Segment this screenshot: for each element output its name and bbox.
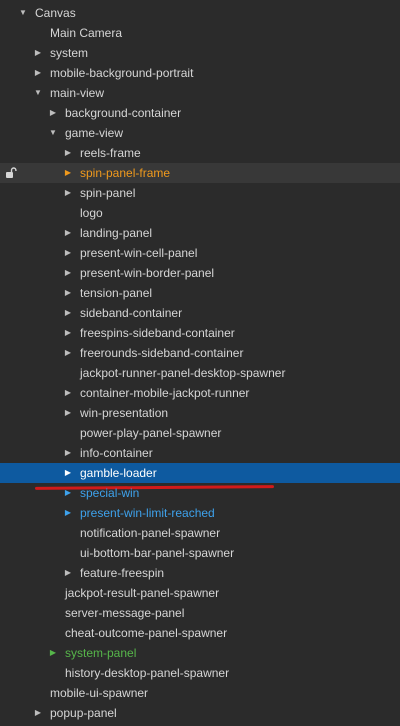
node-label: feature-freespin [80,566,165,580]
node-label: cheat-outcome-panel-spawner [65,626,228,640]
node-label: spin-panel-frame [80,166,171,180]
tree-node-canvas[interactable]: ▼ Canvas [0,3,400,23]
tree-node-spin-panel-frame[interactable]: ▶ spin-panel-frame [0,163,400,183]
tree-node-tension-panel[interactable]: ▶ tension-panel [0,283,400,303]
triangle-right-icon[interactable]: ▶ [63,243,73,263]
tree-node-server-message-panel[interactable]: server-message-panel [0,603,400,623]
node-label: main-view [50,86,105,100]
tree-node-freespins-sideband-container[interactable]: ▶ freespins-sideband-container [0,323,400,343]
triangle-right-icon[interactable]: ▶ [48,643,58,663]
tree-node-present-win-limit-reached[interactable]: ▶ present-win-limit-reached [0,503,400,523]
node-label: jackpot-result-panel-spawner [65,586,220,600]
triangle-right-icon[interactable]: ▶ [33,43,43,63]
triangle-right-icon[interactable]: ▶ [63,503,73,523]
tree-node-logo[interactable]: logo [0,203,400,223]
tree-node-spin-panel[interactable]: ▶ spin-panel [0,183,400,203]
triangle-down-icon[interactable]: ▼ [33,83,43,103]
node-label: server-message-panel [65,606,185,620]
node-label: ui-bottom-bar-panel-spawner [80,546,235,560]
tree-node-system[interactable]: ▶ system [0,43,400,63]
tree-node-mobile-background-portrait[interactable]: ▶ mobile-background-portrait [0,63,400,83]
node-label: system [50,46,89,60]
tree-node-gamble-loader[interactable]: ▶ gamble-loader [0,463,400,483]
triangle-right-icon[interactable]: ▶ [63,283,73,303]
tree-node-feature-freespin[interactable]: ▶ feature-freespin [0,563,400,583]
tree-node-mobile-ui-spawner[interactable]: mobile-ui-spawner [0,683,400,703]
node-label: notification-panel-spawner [80,526,221,540]
triangle-right-icon[interactable]: ▶ [63,223,73,243]
triangle-right-icon[interactable]: ▶ [63,303,73,323]
triangle-right-icon[interactable]: ▶ [63,443,73,463]
node-label: present-win-border-panel [80,266,215,280]
tree-node-main-view[interactable]: ▼ main-view [0,83,400,103]
tree-node-sideband-container[interactable]: ▶ sideband-container [0,303,400,323]
node-label: tension-panel [80,286,153,300]
tree-node-popup-panel[interactable]: ▶ popup-panel [0,703,400,723]
node-label: jackpot-runner-panel-desktop-spawner [80,366,286,380]
tree-node-history-desktop-panel-spawner[interactable]: history-desktop-panel-spawner [0,663,400,683]
node-label: Canvas [35,6,76,20]
node-label: reels-frame [80,146,141,160]
node-label: popup-panel [50,706,117,720]
triangle-right-icon[interactable]: ▶ [63,343,73,363]
tree-node-notification-panel-spawner[interactable]: notification-panel-spawner [0,523,400,543]
tree-node-info-container[interactable]: ▶ info-container [0,443,400,463]
node-label: game-view [65,126,124,140]
triangle-right-icon[interactable]: ▶ [63,463,73,483]
node-label: present-win-limit-reached [80,506,215,520]
tree-node-jackpot-result-panel-spawner[interactable]: jackpot-result-panel-spawner [0,583,400,603]
tree-node-container-mobile-jackpot-runner[interactable]: ▶ container-mobile-jackpot-runner [0,383,400,403]
node-label: sideband-container [80,306,183,320]
triangle-right-icon[interactable]: ▶ [63,263,73,283]
node-label: mobile-background-portrait [50,66,194,80]
tree-node-background-container[interactable]: ▶ background-container [0,103,400,123]
triangle-right-icon[interactable]: ▶ [33,63,43,83]
tree-node-landing-panel[interactable]: ▶ landing-panel [0,223,400,243]
triangle-right-icon[interactable]: ▶ [63,403,73,423]
tree-node-special-win[interactable]: ▶ special-win [0,483,400,503]
node-label: win-presentation [80,406,169,420]
triangle-right-icon[interactable]: ▶ [63,323,73,343]
node-label: mobile-ui-spawner [50,686,149,700]
triangle-right-icon[interactable]: ▶ [33,703,43,723]
node-label: info-container [80,446,153,460]
triangle-right-icon[interactable]: ▶ [48,103,58,123]
scene-hierarchy-tree: ▼ Canvas Main Camera ▶ system ▶ mobile-b… [0,0,400,726]
node-label: history-desktop-panel-spawner [65,666,230,680]
node-label: special-win [80,486,140,500]
node-label: landing-panel [80,226,153,240]
tree-node-system-panel[interactable]: ▶ system-panel [0,643,400,663]
triangle-right-icon[interactable]: ▶ [63,563,73,583]
tree-node-power-play-panel-spawner[interactable]: power-play-panel-spawner [0,423,400,443]
tree-node-jackpot-runner-panel-desktop-spawner[interactable]: jackpot-runner-panel-desktop-spawner [0,363,400,383]
tree-node-reels-frame[interactable]: ▶ reels-frame [0,143,400,163]
node-label: freespins-sideband-container [80,326,235,340]
triangle-right-icon[interactable]: ▶ [63,183,73,203]
node-label: gamble-loader [80,466,157,480]
tree-node-present-win-border-panel[interactable]: ▶ present-win-border-panel [0,263,400,283]
tree-node-cheat-outcome-panel-spawner[interactable]: cheat-outcome-panel-spawner [0,623,400,643]
tree-node-present-win-cell-panel[interactable]: ▶ present-win-cell-panel [0,243,400,263]
triangle-right-icon[interactable]: ▶ [63,483,73,503]
node-label: Main Camera [50,26,123,40]
node-label: background-container [65,106,182,120]
tree-node-game-view[interactable]: ▼ game-view [0,123,400,143]
node-label: system-panel [65,646,137,660]
triangle-right-icon[interactable]: ▶ [63,383,73,403]
tree-node-main-camera[interactable]: Main Camera [0,23,400,43]
node-label: container-mobile-jackpot-runner [80,386,250,400]
node-label: freerounds-sideband-container [80,346,244,360]
triangle-right-icon[interactable]: ▶ [63,143,73,163]
node-label: spin-panel [80,186,136,200]
tree-node-freerounds-sideband-container[interactable]: ▶ freerounds-sideband-container [0,343,400,363]
tree-node-win-presentation[interactable]: ▶ win-presentation [0,403,400,423]
triangle-down-icon[interactable]: ▼ [18,3,28,23]
triangle-right-icon[interactable]: ▶ [63,163,73,183]
node-label: logo [80,206,103,220]
unlocked-padlock-icon[interactable] [5,167,17,179]
node-label: power-play-panel-spawner [80,426,222,440]
node-label: present-win-cell-panel [80,246,198,260]
triangle-down-icon[interactable]: ▼ [48,123,58,143]
tree-node-ui-bottom-bar-panel-spawner[interactable]: ui-bottom-bar-panel-spawner [0,543,400,563]
